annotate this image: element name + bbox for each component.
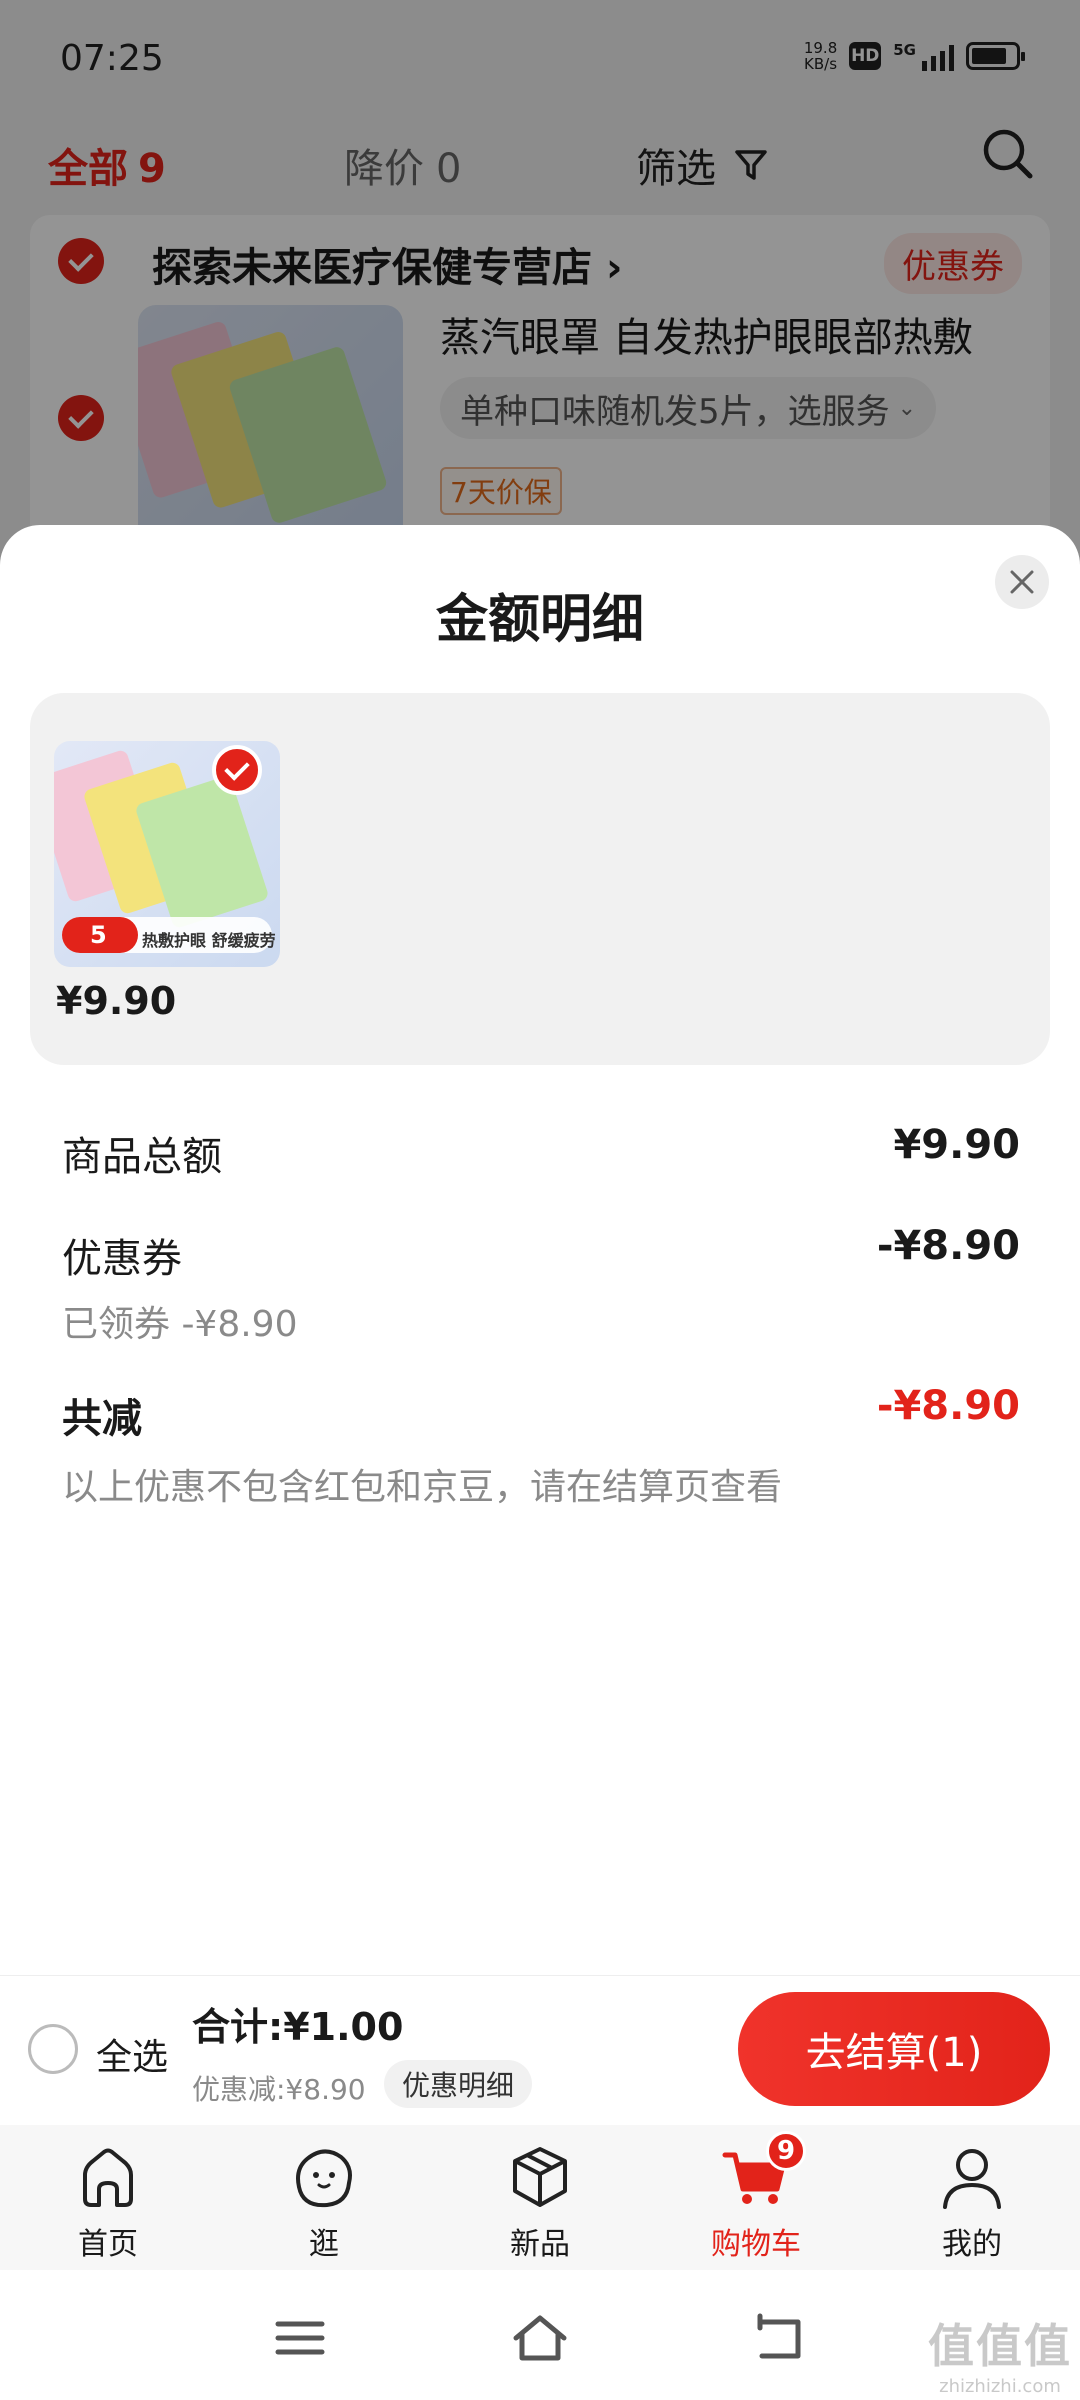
face-icon <box>296 2149 352 2208</box>
subtotal-value: ¥9.90 <box>893 1122 1020 1168</box>
watermark-logo: 值值值 <box>928 2319 1072 2373</box>
goods-banner-count: 5 <box>90 921 107 949</box>
watermark-url: zhizhizhi.com <box>939 2376 1061 2397</box>
tab-home[interactable]: 首页 <box>0 2125 216 2270</box>
select-all-label[interactable]: 全选 <box>96 2028 168 2080</box>
tab-browse-label: 逛 <box>309 2227 339 2262</box>
menu-icon[interactable] <box>270 2308 330 2368</box>
tab-home-label: 首页 <box>78 2227 138 2262</box>
person-icon <box>943 2149 1001 2209</box>
sheet-title: 金额明细 <box>435 590 644 650</box>
goods-price: ¥9.90 <box>56 979 177 1023</box>
checkout-bar: 全选 合计:¥1.00 优惠减:¥8.90 优惠明细 去结算(1) <box>0 1975 1080 2125</box>
watermark: 值值值 zhizhizhi.com <box>928 2310 1072 2397</box>
tab-new[interactable]: 新品 <box>432 2125 648 2270</box>
discount-detail-button[interactable]: 优惠明细 <box>384 2060 533 2108</box>
coupon-claimed-note: 已领券 -¥8.90 <box>62 1304 298 1345</box>
goods-selected-checkbox[interactable] <box>212 745 262 795</box>
home-nav-icon[interactable] <box>510 2308 570 2368</box>
close-button[interactable] <box>995 555 1049 609</box>
coupon-value: -¥8.90 <box>876 1223 1020 1269</box>
cart-count-badge: 9 <box>766 2131 806 2171</box>
tab-me[interactable]: 我的 <box>864 2125 1080 2270</box>
goods-banner-text: 热敷护眼 舒缓疲劳 <box>142 931 276 950</box>
close-icon <box>1010 570 1034 594</box>
back-icon[interactable] <box>750 2308 810 2368</box>
tab-cart-label: 购物车 <box>711 2227 801 2262</box>
box-icon <box>513 2147 567 2207</box>
select-all-radio[interactable] <box>28 2024 78 2074</box>
home-icon <box>83 2148 133 2207</box>
system-navigation-bar: 值值值 zhizhizhi.com <box>0 2270 1080 2400</box>
total-discount-label: 共减 <box>62 1396 142 1442</box>
checkout-button[interactable]: 去结算(1) <box>738 1992 1050 2106</box>
total-discount-value: -¥8.90 <box>876 1383 1020 1429</box>
selected-goods-panel: 5 热敷护眼 舒缓疲劳 ¥9.90 <box>30 693 1050 1065</box>
bottom-tab-bar: 首页 逛 新品 9 购物车 我的 <box>0 2125 1080 2270</box>
subtotal-label: 商品总额 <box>62 1134 222 1180</box>
coupon-label: 优惠券 <box>62 1236 182 1282</box>
tab-cart[interactable]: 9 购物车 <box>648 2125 864 2270</box>
order-total: 合计:¥1.00 <box>192 2005 404 2049</box>
tab-new-label: 新品 <box>510 2227 570 2262</box>
tab-me-label: 我的 <box>942 2227 1002 2262</box>
discount-disclaimer: 以上优惠不包含红包和京豆，请在结算页查看 <box>62 1467 783 1508</box>
discount-summary: 优惠减:¥8.90 <box>192 2073 366 2106</box>
tab-browse[interactable]: 逛 <box>216 2125 432 2270</box>
